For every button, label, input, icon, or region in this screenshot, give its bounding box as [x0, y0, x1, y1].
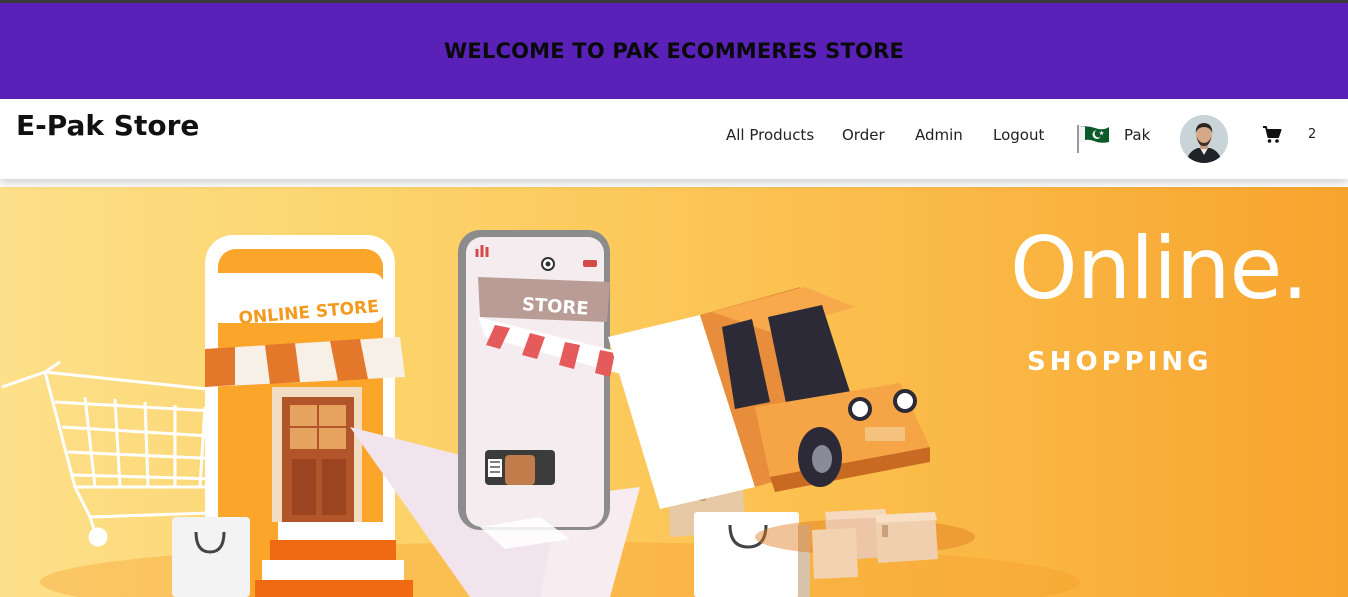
shopping-bag-illustration — [172, 517, 250, 597]
hero-title: Online. — [1010, 219, 1309, 319]
store-smartphone-illustration: STORE — [458, 230, 640, 530]
nav-all-products[interactable]: All Products — [726, 126, 814, 144]
hero-subtitle: SHOPPING — [1027, 347, 1213, 377]
nav-order[interactable]: Order — [842, 126, 885, 144]
nav-admin[interactable]: Admin — [915, 126, 963, 144]
brand-logo[interactable]: E-Pak Store — [16, 109, 199, 142]
user-avatar[interactable] — [1180, 115, 1228, 163]
welcome-banner: WELCOME TO PAK ECOMMERES STORE — [0, 3, 1348, 99]
nav-logout[interactable]: Logout — [993, 126, 1044, 144]
cart-count: 2 — [1308, 127, 1317, 142]
pakistan-flag-icon[interactable] — [1077, 123, 1111, 153]
banner-text: WELCOME TO PAK ECOMMERES STORE — [443, 39, 904, 63]
navbar: E-Pak Store All Products Order Admin Log… — [0, 99, 1348, 179]
region-label[interactable]: Pak — [1124, 126, 1150, 144]
cart-icon[interactable] — [1262, 125, 1282, 145]
hero-banner: ONLINE STORE STORE Online. SHOPPING — [0, 187, 1348, 597]
